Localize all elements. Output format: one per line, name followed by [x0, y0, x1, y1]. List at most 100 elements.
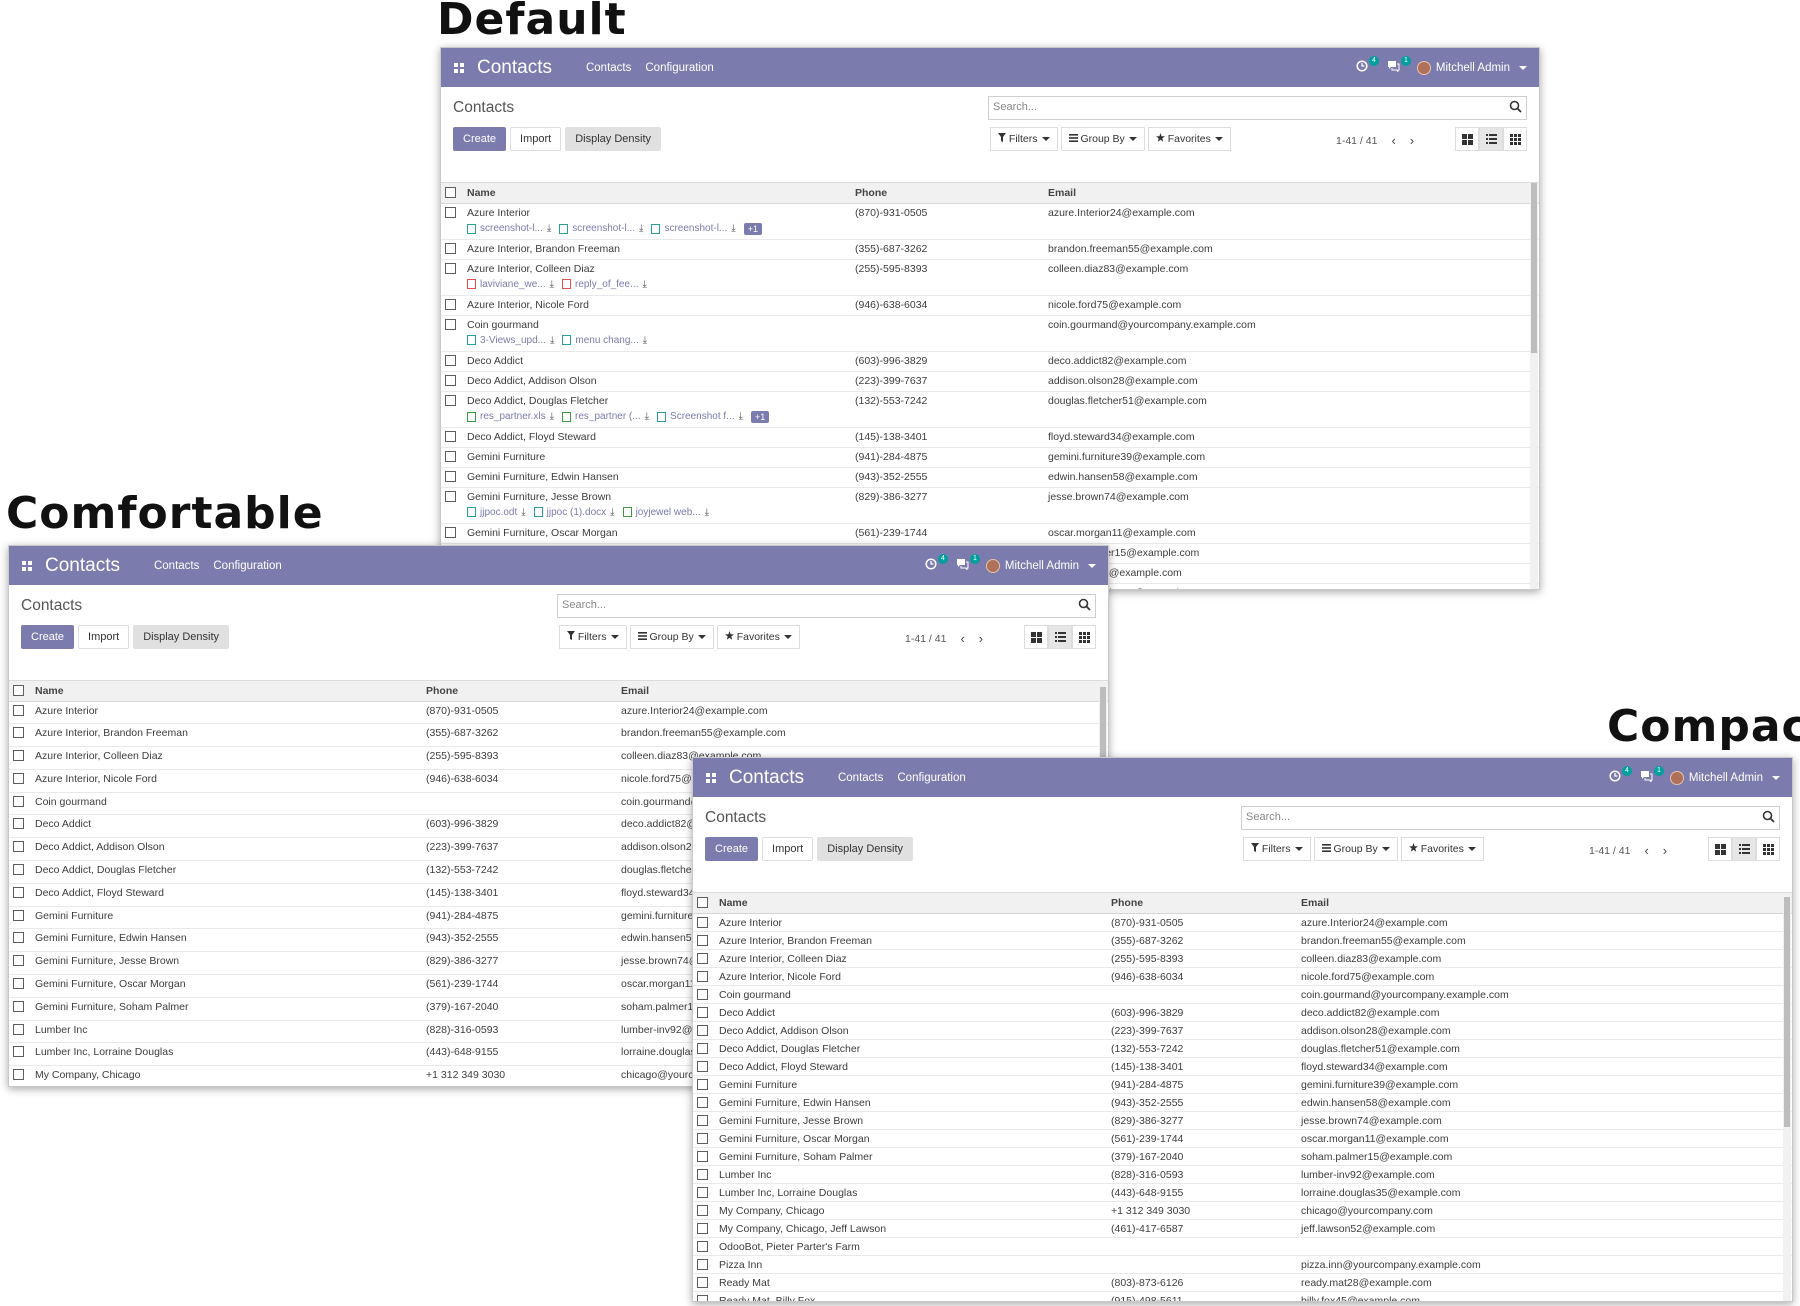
column-header-email[interactable]: Email	[1044, 183, 1539, 204]
row-checkbox[interactable]	[445, 470, 456, 482]
download-icon[interactable]: ⤓	[642, 279, 646, 290]
scrollbar-thumb[interactable]	[1531, 183, 1537, 353]
row-checkbox[interactable]	[445, 242, 456, 254]
grid-view-icon[interactable]	[1072, 625, 1096, 649]
grid-view-icon[interactable]	[1756, 837, 1780, 861]
row-checkbox[interactable]	[13, 1000, 24, 1012]
more-attachments-badge[interactable]: +1	[743, 222, 762, 235]
table-row[interactable]: Azure Interior, Brandon Freeman (355)-687…	[441, 239, 1539, 260]
row-checkbox[interactable]	[697, 1150, 708, 1162]
activity-icon[interactable]: 4	[1606, 766, 1632, 785]
row-checkbox[interactable]	[445, 298, 456, 310]
list-scrollbar[interactable]	[1530, 183, 1538, 589]
download-icon[interactable]: ⤓	[521, 507, 525, 518]
download-icon[interactable]: ⤓	[550, 279, 554, 290]
download-icon[interactable]: ⤓	[550, 411, 554, 422]
table-row[interactable]: Azure Interior (870)-931-0505 azure.Interi…	[9, 701, 1108, 725]
attachment[interactable]: res_partner.xls ⤓	[467, 411, 554, 422]
table-row[interactable]: Pizza Inn pizza.inn@yourcompany.example.c…	[693, 1255, 1792, 1274]
table-row[interactable]: Gemini Furniture, Oscar Morgan (561)-239-…	[441, 523, 1539, 544]
row-checkbox[interactable]	[445, 490, 456, 502]
activity-icon[interactable]: 4	[1353, 56, 1379, 75]
download-icon[interactable]: ⤓	[610, 507, 614, 518]
attachment[interactable]: jjpoc (1).docx ⤓	[533, 507, 615, 518]
attachment[interactable]: jjpoc.odt ⤓	[467, 507, 526, 518]
chevron-right-icon[interactable]: ›	[1663, 843, 1667, 858]
display-density-button[interactable]: Display Density	[133, 625, 230, 649]
row-checkbox[interactable]	[697, 916, 708, 928]
table-row[interactable]: Azure Interior screenshot-l... ⤓ screenshot…	[441, 203, 1539, 240]
attachment[interactable]: joyjewel web... ⤓	[622, 507, 709, 518]
table-row[interactable]: Deco Addict, Douglas Fletcher (132)-553-7…	[693, 1039, 1792, 1058]
activity-icon[interactable]: 4	[922, 554, 948, 573]
table-row[interactable]: Deco Addict, Douglas Fletcher res_partner…	[441, 391, 1539, 428]
select-all-checkbox[interactable]	[697, 897, 708, 909]
menu-item-configuration[interactable]: Configuration	[645, 62, 713, 74]
import-button[interactable]: Import	[78, 625, 130, 649]
row-checkbox[interactable]	[13, 727, 24, 739]
row-checkbox[interactable]	[445, 526, 456, 538]
download-icon[interactable]: ⤓	[731, 223, 735, 234]
table-row[interactable]: Azure Interior, Brandon Freeman (355)-687…	[693, 931, 1792, 950]
display-density-button[interactable]: Display Density	[817, 837, 914, 861]
row-checkbox[interactable]	[697, 1132, 708, 1144]
menu-item-configuration[interactable]: Configuration	[897, 772, 965, 784]
search-input[interactable]: Search...	[557, 594, 1096, 618]
chevron-left-icon[interactable]: ‹	[1644, 843, 1648, 858]
chevron-right-icon[interactable]: ›	[979, 631, 983, 646]
row-checkbox[interactable]	[697, 970, 708, 982]
app-brand[interactable]: Contacts	[729, 767, 804, 789]
display-density-button[interactable]: Display Density	[565, 127, 662, 151]
table-row[interactable]: Deco Addict, Addison Olson (223)-399-7637…	[441, 371, 1539, 392]
messages-icon[interactable]: 1	[954, 554, 980, 573]
create-button[interactable]: Create	[705, 837, 759, 861]
filters-button[interactable]: Filters	[990, 127, 1058, 151]
favorites-button[interactable]: Favorites	[1147, 127, 1231, 151]
row-checkbox[interactable]	[697, 1258, 708, 1270]
row-checkbox[interactable]	[445, 430, 456, 442]
table-row[interactable]: Deco Addict, Floyd Steward (145)-138-3401…	[441, 427, 1539, 448]
table-row[interactable]: Deco Addict (603)-996-3829 deco.addict82@e…	[441, 351, 1539, 372]
filters-button[interactable]: Filters	[1243, 837, 1311, 861]
row-checkbox[interactable]	[445, 318, 456, 330]
table-row[interactable]: Lumber Inc, Lorraine Douglas (443)-648-91…	[693, 1183, 1792, 1202]
search-icon[interactable]	[1078, 598, 1092, 612]
table-row[interactable]: Gemini Furniture (941)-284-4875 gemini.fur…	[441, 447, 1539, 468]
table-row[interactable]: Gemini Furniture (941)-284-4875 gemini.fur…	[693, 1075, 1792, 1094]
download-icon[interactable]: ⤓	[550, 335, 554, 346]
row-checkbox[interactable]	[13, 795, 24, 807]
chevron-left-icon[interactable]: ‹	[1391, 133, 1395, 148]
row-checkbox[interactable]	[445, 354, 456, 366]
user-menu[interactable]: Mitchell Admin	[1669, 770, 1780, 785]
row-checkbox[interactable]	[445, 394, 456, 406]
scrollbar-thumb[interactable]	[1784, 897, 1790, 1127]
app-brand[interactable]: Contacts	[477, 57, 552, 79]
download-icon[interactable]: ⤓	[639, 223, 643, 234]
row-checkbox[interactable]	[697, 934, 708, 946]
column-header-name[interactable]: Name	[31, 681, 422, 702]
apps-menu-icon[interactable]	[693, 758, 729, 797]
group-by-button[interactable]: Group By	[1060, 127, 1145, 151]
menu-item-configuration[interactable]: Configuration	[213, 560, 281, 572]
row-checkbox[interactable]	[697, 1024, 708, 1036]
pager-value[interactable]: 1-41 / 41	[1336, 135, 1377, 147]
row-checkbox[interactable]	[445, 374, 456, 386]
row-checkbox[interactable]	[13, 818, 24, 830]
row-checkbox[interactable]	[445, 262, 456, 274]
search-icon[interactable]	[1509, 100, 1523, 114]
download-icon[interactable]: ⤓	[705, 507, 709, 518]
filters-button[interactable]: Filters	[559, 625, 627, 649]
select-all-checkbox[interactable]	[13, 685, 24, 697]
row-checkbox[interactable]	[445, 450, 456, 462]
row-checkbox[interactable]	[13, 841, 24, 853]
row-checkbox[interactable]	[13, 1046, 24, 1058]
search-input[interactable]: Search...	[988, 96, 1527, 120]
list-view-icon[interactable]	[1479, 127, 1503, 151]
table-row[interactable]: Coin gourmand 3-Views_upd... ⤓ menu chang..…	[441, 315, 1539, 352]
chevron-right-icon[interactable]: ›	[1410, 133, 1414, 148]
list-view-icon[interactable]	[1048, 625, 1072, 649]
kanban-view-icon[interactable]	[1024, 625, 1048, 649]
pager-value[interactable]: 1-41 / 41	[1589, 845, 1630, 857]
column-header-name[interactable]: Name	[463, 183, 851, 204]
table-row[interactable]: Gemini Furniture, Jesse Brown (829)-386-3…	[693, 1111, 1792, 1130]
